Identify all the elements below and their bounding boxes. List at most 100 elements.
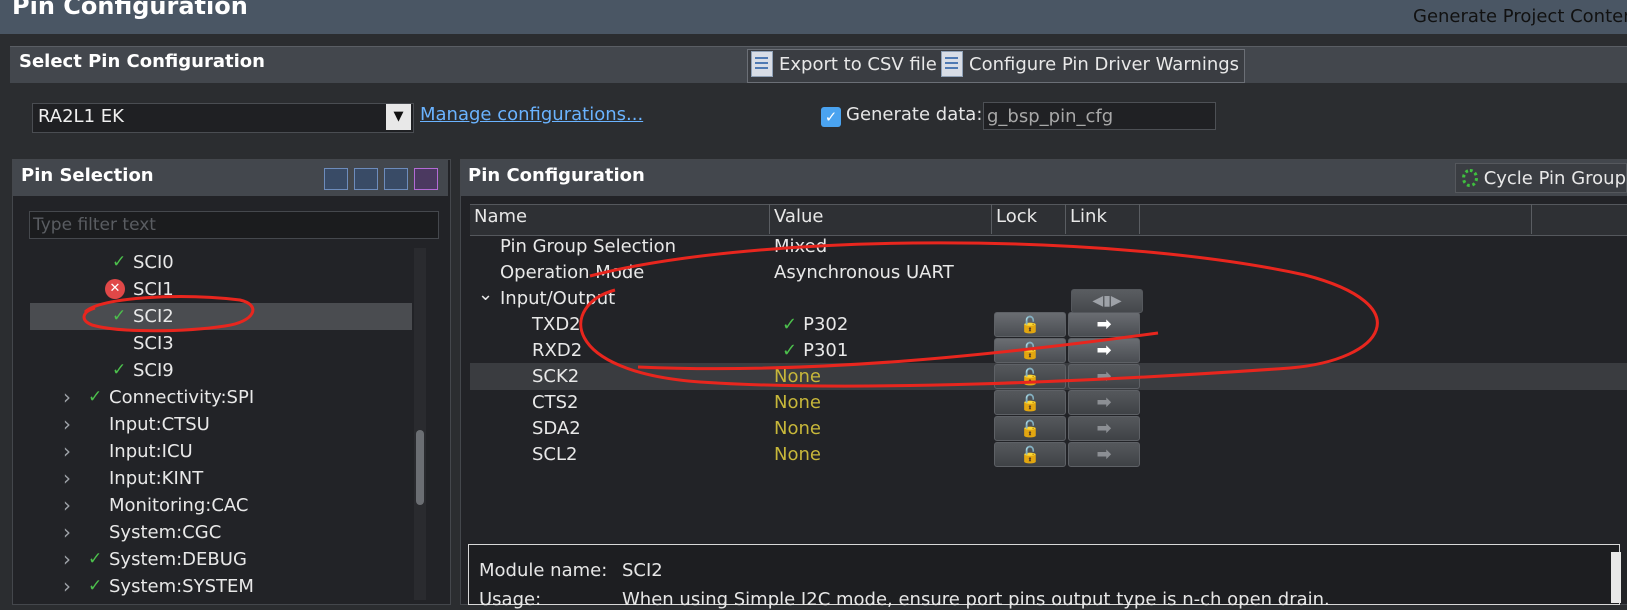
column-divider [1065, 204, 1066, 234]
chevron-right-icon[interactable]: › [63, 438, 77, 465]
row-value[interactable]: Asynchronous UART [774, 262, 954, 283]
tree-item-label: System:DEBUG [109, 549, 247, 570]
tree-item-label: Connectivity:SPI [109, 387, 255, 408]
tree-item[interactable]: SCI3 [30, 330, 412, 357]
link-arrow-icon[interactable]: ➡ [1068, 442, 1140, 467]
column-lock[interactable]: Lock [996, 206, 1037, 227]
pin-navigation-button[interactable]: ◀▮▶ [1071, 289, 1143, 313]
column-value[interactable]: Value [774, 206, 823, 227]
link-arrow-icon[interactable]: ➡ [1068, 338, 1140, 363]
row-value[interactable]: P302 [803, 314, 848, 335]
tree-item-label: Input:CTSU [109, 414, 210, 435]
tree-item-label: SCI3 [133, 333, 174, 354]
row-value-cell[interactable]: None [774, 415, 821, 442]
tree-item[interactable]: › Input:ICU [30, 438, 412, 465]
generate-data-input[interactable]: g_bsp_pin_cfg [983, 102, 1216, 130]
error-icon: ✕ [105, 279, 125, 299]
link-arrow-icon[interactable]: ➡ [1068, 312, 1140, 337]
info-scrollbar[interactable] [1611, 552, 1621, 603]
link-arrow-icon[interactable]: ➡ [1068, 364, 1140, 389]
tree-item[interactable]: › ✓ Connectivity:SPI [30, 384, 412, 411]
row-value[interactable]: P301 [803, 340, 848, 361]
table-row[interactable]: Operation Mode Asynchronous UART [470, 259, 1627, 286]
row-value-cell[interactable]: Asynchronous UART [774, 259, 954, 286]
link-arrow-icon[interactable]: ➡ [1068, 390, 1140, 415]
tree-scrollbar-thumb[interactable] [416, 430, 424, 505]
manage-configurations-link[interactable]: Manage configurations... [420, 104, 643, 125]
check-icon: ✓ [88, 549, 103, 569]
tree-item[interactable]: › Input:KINT [30, 465, 412, 492]
tree-item[interactable]: ✓ SCI9 [30, 357, 412, 384]
row-value[interactable]: Mixed [774, 236, 827, 257]
module-name-label: Module name: [479, 560, 608, 581]
show-list-icon[interactable] [324, 168, 348, 190]
tree-item[interactable]: ✓ SCI0 [30, 249, 412, 276]
row-value-cell[interactable]: ✓ P301 [782, 337, 848, 364]
tree-scrollbar[interactable] [414, 248, 426, 600]
row-value[interactable]: None [774, 418, 821, 439]
tree-item[interactable]: › ✓ System:DEBUG [30, 546, 412, 573]
column-link[interactable]: Link [1070, 206, 1107, 227]
tree-item[interactable]: › ✓ System:SYSTEM [30, 573, 412, 600]
sort-icon[interactable] [414, 168, 438, 190]
table-row[interactable]: SCK2 None 🔓 ➡ [470, 363, 1627, 390]
export-csv-button[interactable]: Export to CSV file [751, 51, 937, 77]
table-row[interactable]: ⌄ Input/Output [470, 284, 1627, 312]
unlock-icon[interactable]: 🔓 [994, 442, 1066, 467]
check-icon: ✓ [112, 360, 127, 380]
row-value-cell[interactable]: None [774, 441, 821, 468]
table-row[interactable]: RXD2 ✓ P301 🔓 ➡ [470, 337, 1627, 364]
tree-item[interactable]: ✓ SCI2 [30, 303, 412, 330]
chevron-down-icon[interactable]: ⌄ [478, 281, 493, 308]
table-row[interactable]: SDA2 None 🔓 ➡ [470, 415, 1627, 442]
chevron-right-icon[interactable]: › [63, 465, 77, 492]
tree-item[interactable]: ✕ SCI1 [30, 276, 412, 303]
expand-all-icon[interactable] [354, 168, 378, 190]
dropdown-arrow-icon[interactable]: ▼ [386, 104, 411, 130]
unlock-icon[interactable]: 🔓 [994, 416, 1066, 441]
chevron-right-icon[interactable]: › [63, 384, 77, 411]
generate-project-content-button[interactable]: Generate Project Content [1413, 6, 1627, 27]
chevron-right-icon[interactable]: › [63, 519, 77, 546]
row-name: RXD2 [532, 340, 583, 361]
configure-warnings-button[interactable]: Configure Pin Driver Warnings [941, 51, 1239, 77]
tree-item[interactable]: › Monitoring:CAC [30, 492, 412, 519]
row-value-cell[interactable]: None [774, 363, 821, 390]
chevron-right-icon[interactable]: › [63, 573, 77, 600]
row-value[interactable]: None [774, 392, 821, 413]
generate-data-checkbox[interactable]: ✓ [821, 107, 841, 127]
column-divider [1531, 204, 1532, 234]
table-row[interactable]: SCL2 None 🔓 ➡ [470, 441, 1627, 468]
tree-item-label: Input:KINT [109, 468, 204, 489]
column-name[interactable]: Name [474, 206, 527, 227]
cycle-pin-group-button[interactable]: Cycle Pin Group [1455, 163, 1627, 193]
table-row[interactable]: CTS2 None 🔓 ➡ [470, 389, 1627, 416]
row-value[interactable]: None [774, 444, 821, 465]
tree-item[interactable]: › Input:CTSU [30, 411, 412, 438]
config-table-header [470, 204, 1627, 236]
row-value-cell[interactable]: Mixed [774, 233, 827, 260]
tree-item[interactable]: › System:CGC [30, 519, 412, 546]
link-arrow-icon[interactable]: ➡ [1068, 416, 1140, 441]
page-title: Pin Configuration [12, 0, 248, 20]
chevron-right-icon[interactable]: › [63, 546, 77, 573]
row-value-cell[interactable]: ✓ P302 [782, 311, 848, 338]
chevron-right-icon[interactable]: › [63, 492, 77, 519]
row-name: Pin Group Selection [500, 236, 677, 257]
unlock-icon[interactable]: 🔓 [994, 338, 1066, 363]
unlock-icon[interactable]: 🔓 [994, 390, 1066, 415]
unlock-icon[interactable]: 🔓 [994, 312, 1066, 337]
configuration-value: RA2L1 EK [38, 106, 124, 127]
export-csv-label: Export to CSV file [779, 53, 937, 75]
row-value-cell[interactable]: None [774, 389, 821, 416]
row-value[interactable]: None [774, 366, 821, 387]
check-icon: ✓ [782, 314, 798, 335]
unlock-icon[interactable]: 🔓 [994, 364, 1066, 389]
row-name: Operation Mode [500, 262, 645, 283]
collapse-all-icon[interactable] [384, 168, 408, 190]
usage-label: Usage: [479, 589, 542, 610]
pin-filter-input[interactable]: Type filter text [29, 211, 439, 239]
table-row[interactable]: TXD2 ✓ P302 🔓 ➡ [470, 311, 1627, 338]
table-row[interactable]: Pin Group Selection Mixed [470, 233, 1627, 260]
chevron-right-icon[interactable]: › [63, 411, 77, 438]
